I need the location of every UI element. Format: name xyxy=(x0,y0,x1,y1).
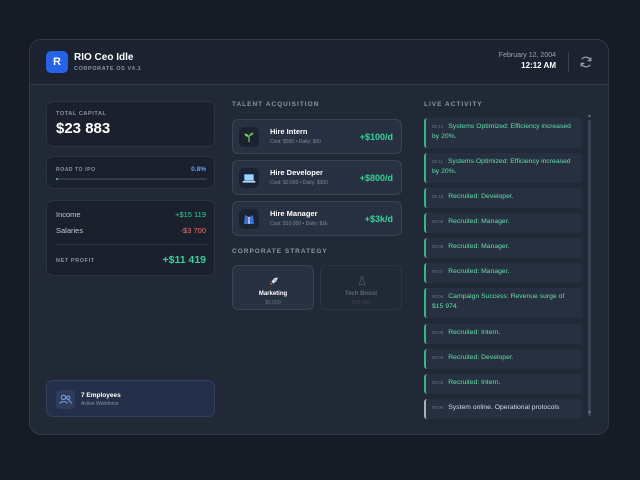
app-logo: R xyxy=(46,51,68,73)
activity-log-item: 00:06 Campaign Success: Revenue surge of … xyxy=(424,288,582,318)
activity-text: Recruited: Developer. xyxy=(448,354,514,361)
strategy-name: Tech Boost xyxy=(344,291,378,297)
hire-intern-button[interactable]: Hire Intern Cost: $500 • Daily: $50 +$10… xyxy=(232,119,402,154)
activity-timestamp: 00:11 xyxy=(432,159,443,164)
activity-title: LIVE ACTIVITY xyxy=(424,101,483,108)
activity-log-item: 00:10 Recruited: Developer. xyxy=(424,188,582,208)
ipo-progress-fill xyxy=(56,178,59,180)
activity-scrollbar[interactable] xyxy=(588,120,591,416)
activity-text: Systems Optimized: Efficiency increased … xyxy=(432,123,571,140)
activity-timestamp: 00:08 xyxy=(432,244,444,249)
activity-timestamp: 00:09 xyxy=(432,219,444,224)
activity-log-item: 00:12 Systems Optimized: Efficiency incre… xyxy=(424,118,582,148)
activity-timestamp: 00:10 xyxy=(432,194,444,199)
employee-count: 7 Employees xyxy=(81,392,121,399)
total-capital-label: TOTAL CAPITAL xyxy=(56,111,107,117)
ipo-progress-track xyxy=(56,178,207,180)
header-divider xyxy=(568,52,569,72)
activity-log-item: 00:00 System online. Operational protocol… xyxy=(424,399,582,419)
activity-timestamp: 00:05 xyxy=(432,330,444,335)
activity-timestamp: 00:06 xyxy=(432,294,444,299)
activity-text: Recruited: Manager. xyxy=(448,218,510,225)
hire-manager-button[interactable]: Hire Manager Cost: $10,000 • Daily: $1k … xyxy=(232,201,402,236)
activity-timestamp: 00:00 xyxy=(432,405,444,410)
app-subtitle: CORPORATE OS V4.1 xyxy=(74,66,142,72)
net-profit-label: NET PROFIT xyxy=(56,258,95,264)
activity-log-item: 00:11 Systems Optimized: Efficiency incre… xyxy=(424,153,582,183)
hire-title: Hire Intern xyxy=(270,127,308,136)
laptop-icon xyxy=(242,174,256,183)
suit-icon xyxy=(244,215,254,224)
employee-sub: Active Workforce xyxy=(81,401,119,407)
activity-log-item: 00:08 Recruited: Manager. xyxy=(424,238,582,258)
strategy-cost: $5,000 xyxy=(265,300,281,306)
activity-timestamp: 00:07 xyxy=(432,269,444,274)
users-icon xyxy=(59,394,72,404)
income-label: Income xyxy=(56,210,81,219)
activity-log-item: 00:05 Recruited: Intern. xyxy=(424,324,582,344)
activity-timestamp: 00:12 xyxy=(432,124,444,129)
employees-icon-box xyxy=(56,390,75,409)
marketing-button[interactable]: Marketing $5,000 xyxy=(232,265,314,310)
ipo-label: ROAD TO IPO xyxy=(56,167,96,173)
activity-timestamp: 00:03 xyxy=(432,380,444,385)
finance-divider xyxy=(56,244,207,245)
strategy-cost: $15,000 xyxy=(351,300,371,306)
sprout-icon xyxy=(244,132,254,142)
activity-text: Recruited: Intern. xyxy=(448,329,501,336)
strategy-title: CORPORATE STRATEGY xyxy=(232,248,328,255)
tech-boost-button[interactable]: Tech Boost $15,000 xyxy=(320,265,402,310)
activity-log-item: 00:04 Recruited: Developer. xyxy=(424,349,582,369)
activity-log-item: 00:09 Recruited: Manager. xyxy=(424,213,582,233)
finance-card: Income +$15 119 Salaries -$3 700 NET PRO… xyxy=(46,200,215,276)
activity-log-item: 00:03 Recruited: Intern. xyxy=(424,374,582,394)
hire-cost: Cost: $10,000 • Daily: $1k xyxy=(270,221,328,227)
activity-text: Recruited: Manager. xyxy=(448,268,510,275)
net-profit-value: +$11 419 xyxy=(162,254,206,266)
activity-text: Recruited: Intern. xyxy=(448,379,501,386)
hire-income: +$800/d xyxy=(359,173,393,183)
salaries-value: -$3 700 xyxy=(180,226,206,235)
scroll-down-arrow[interactable]: ▼ xyxy=(587,410,592,416)
scroll-up-arrow[interactable]: ▲ xyxy=(587,113,592,119)
hire-cost: Cost: $2,000 • Daily: $300 xyxy=(270,180,328,186)
hire-cost: Cost: $500 • Daily: $50 xyxy=(270,139,321,145)
employees-card: 7 Employees Active Workforce xyxy=(46,380,215,417)
activity-text: Campaign Success: Revenue surge of $15 9… xyxy=(432,293,565,310)
hire-income: +$100/d xyxy=(359,132,393,142)
hire-icon-box xyxy=(239,209,259,229)
activity-text: Systems Optimized: Efficiency increased … xyxy=(432,158,571,175)
total-capital-card: TOTAL CAPITAL $23 883 xyxy=(46,101,215,147)
app-title: RIO Ceo Idle xyxy=(74,52,134,63)
salaries-label: Salaries xyxy=(56,226,84,235)
activity-feed[interactable]: 00:12 Systems Optimized: Efficiency incre… xyxy=(424,118,582,434)
ipo-percent: 0.8% xyxy=(191,166,206,173)
total-capital-value: $23 883 xyxy=(56,120,111,137)
hire-title: Hire Manager xyxy=(270,209,318,218)
app-window: R RIO Ceo Idle CORPORATE OS V4.1 Februar… xyxy=(29,39,609,435)
refresh-icon[interactable] xyxy=(578,54,594,70)
hire-title: Hire Developer xyxy=(270,168,323,177)
ipo-card: ROAD TO IPO 0.8% xyxy=(46,156,215,189)
flask-icon xyxy=(358,276,366,285)
activity-text: Recruited: Developer. xyxy=(448,193,514,200)
rocket-icon xyxy=(270,277,278,285)
activity-timestamp: 00:04 xyxy=(432,355,444,360)
hire-icon-box xyxy=(239,168,259,188)
activity-log-item: 00:07 Recruited: Manager. xyxy=(424,263,582,283)
strategy-name: Marketing xyxy=(258,291,288,297)
header-date: February 12, 2004 xyxy=(498,52,556,59)
hire-icon-box xyxy=(239,127,259,147)
activity-text: System online. Operational protocols xyxy=(448,404,560,411)
activity-text: Recruited: Manager. xyxy=(448,243,510,250)
income-value: +$15 119 xyxy=(175,210,206,219)
header-time: 12:12 AM xyxy=(521,61,556,70)
hire-developer-button[interactable]: Hire Developer Cost: $2,000 • Daily: $30… xyxy=(232,160,402,195)
hire-income: +$3k/d xyxy=(364,214,393,224)
talent-title: TALENT ACQUISITION xyxy=(232,101,320,108)
header-bar: R RIO Ceo Idle CORPORATE OS V4.1 Februar… xyxy=(30,40,608,85)
